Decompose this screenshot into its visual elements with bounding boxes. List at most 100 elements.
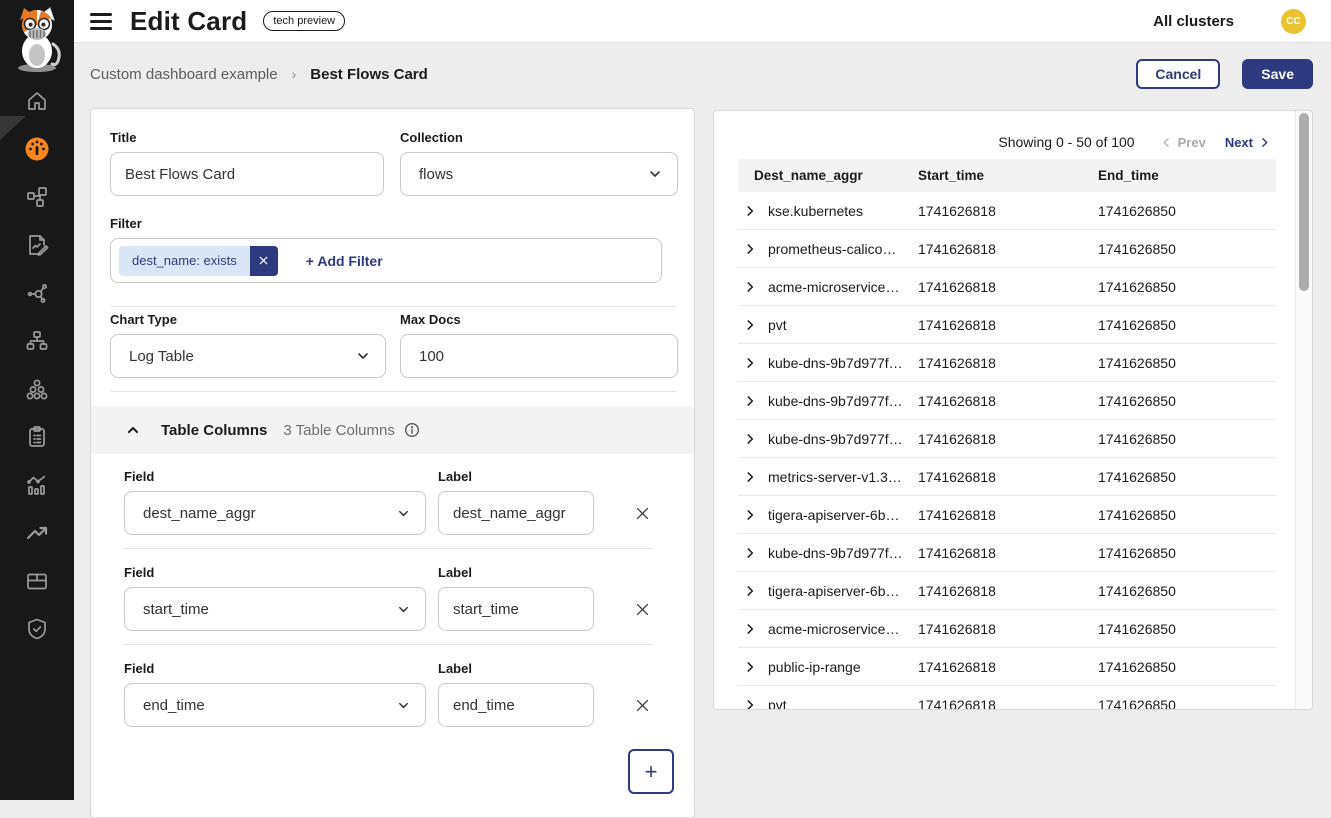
chart-type-select[interactable]: Log Table [110, 334, 386, 378]
table-row[interactable]: prometheus-calico…17416268181741626850 [738, 230, 1276, 268]
dest-name-aggr-value: kube-dns-9b7d977f… [768, 355, 903, 371]
field-label: Field [124, 469, 154, 484]
table-row[interactable]: acme-microservice…17416268181741626850 [738, 268, 1276, 306]
sidebar-item-endpoints[interactable] [0, 365, 74, 413]
column-label-input[interactable]: start_time [438, 587, 594, 631]
expand-row-icon[interactable] [743, 546, 757, 560]
sidebar-item-analytics[interactable] [0, 461, 74, 509]
calico-logo[interactable] [0, 0, 74, 78]
sidebar-item-trends[interactable] [0, 509, 74, 557]
expand-row-icon[interactable] [743, 394, 757, 408]
prev-page-button[interactable]: Prev [1160, 135, 1206, 150]
end-time-value: 1741626850 [1098, 697, 1276, 711]
chevron-down-icon [396, 602, 411, 617]
edit-card-form-panel: Title Best Flows Card Collection flows F… [90, 108, 695, 818]
end-time-value: 1741626850 [1098, 659, 1276, 675]
threat-graph-icon [25, 281, 49, 305]
sidebar-item-reports[interactable] [0, 221, 74, 269]
divider [124, 548, 652, 549]
collection-select[interactable]: flows [400, 152, 678, 196]
breadcrumb-parent[interactable]: Custom dashboard example [90, 66, 278, 83]
table-row[interactable]: acme-microservice…17416268181741626850 [738, 610, 1276, 648]
expand-row-icon[interactable] [743, 318, 757, 332]
expand-row-icon[interactable] [743, 204, 757, 218]
max-docs-input[interactable]: 100 [400, 334, 678, 378]
end-time-value: 1741626850 [1098, 317, 1276, 333]
sidebar-item-service-graph[interactable] [0, 173, 74, 221]
column-label-input[interactable]: dest_name_aggr [438, 491, 594, 535]
table-row[interactable]: pvt17416268181741626850 [738, 306, 1276, 344]
sidebar-item-threat-graph[interactable] [0, 269, 74, 317]
remove-column-button[interactable] [632, 695, 652, 715]
remove-column-button[interactable] [632, 503, 652, 523]
expand-row-icon[interactable] [743, 242, 757, 256]
title-input[interactable]: Best Flows Card [110, 152, 384, 196]
dest-name-aggr-value: kube-dns-9b7d977f… [768, 545, 903, 561]
column-field-select[interactable]: end_time [124, 683, 426, 727]
column-header: Start_time [918, 168, 1098, 183]
column-label-input[interactable]: end_time [438, 683, 594, 727]
sidebar-item-network-topology[interactable] [0, 317, 74, 365]
column-field-select[interactable]: start_time [124, 587, 426, 631]
table-row[interactable]: kse.kubernetes17416268181741626850 [738, 192, 1276, 230]
sidebar-item-dashboards[interactable] [0, 125, 74, 173]
end-time-value: 1741626850 [1098, 393, 1276, 409]
sidebar-item-security[interactable] [0, 605, 74, 653]
start-time-value: 1741626818 [918, 545, 1098, 561]
add-column-button[interactable]: + [628, 749, 674, 794]
expand-row-icon[interactable] [743, 356, 757, 370]
close-icon [634, 505, 651, 522]
sidebar-item-compliance[interactable] [0, 413, 74, 461]
column-header: Dest_name_aggr [738, 168, 918, 183]
table-row[interactable]: tigera-apiserver-6b…17416268181741626850 [738, 496, 1276, 534]
info-icon[interactable] [404, 422, 420, 438]
table-row[interactable]: kube-dns-9b7d977f…17416268181741626850 [738, 534, 1276, 572]
menu-toggle-button[interactable] [90, 11, 114, 31]
expand-row-icon[interactable] [743, 470, 757, 484]
start-time-value: 1741626818 [918, 203, 1098, 219]
preview-scrollbar[interactable] [1295, 111, 1312, 709]
avatar[interactable]: CC [1281, 9, 1306, 34]
chart-type-label: Chart Type [110, 312, 177, 327]
remove-column-button[interactable] [632, 599, 652, 619]
table-row[interactable]: kube-dns-9b7d977f…17416268181741626850 [738, 420, 1276, 458]
filter-input[interactable]: dest_name: exists + Add Filter [110, 238, 662, 283]
collection-label: Collection [400, 130, 463, 145]
table-columns-section-toggle[interactable]: Table Columns 3 Table Columns [91, 406, 694, 454]
expand-row-icon[interactable] [743, 584, 757, 598]
dest-name-aggr-value: acme-microservice… [768, 279, 899, 295]
column-field-select[interactable]: dest_name_aggr [124, 491, 426, 535]
table-row[interactable]: kube-dns-9b7d977f…17416268181741626850 [738, 344, 1276, 382]
preview-panel: Showing 0 - 50 of 100 Prev Next Dest_nam… [713, 110, 1313, 710]
table-row[interactable]: metrics-server-v1.3…17416268181741626850 [738, 458, 1276, 496]
save-button[interactable]: Save [1242, 59, 1313, 89]
expand-row-icon[interactable] [743, 280, 757, 294]
max-docs-value: 100 [419, 348, 444, 365]
dest-name-aggr-value: public-ip-range [768, 659, 861, 675]
start-time-value: 1741626818 [918, 583, 1098, 599]
dest-name-aggr-value: acme-microservice… [768, 621, 899, 637]
remove-filter-button[interactable] [250, 246, 278, 276]
sidebar-item-packages[interactable] [0, 557, 74, 605]
scrollbar-thumb[interactable] [1299, 113, 1309, 291]
expand-row-icon[interactable] [743, 698, 757, 711]
expand-row-icon[interactable] [743, 432, 757, 446]
table-row[interactable]: kube-dns-9b7d977f…17416268181741626850 [738, 382, 1276, 420]
end-time-value: 1741626850 [1098, 355, 1276, 371]
sidebar-item-home[interactable] [0, 77, 74, 125]
expand-row-icon[interactable] [743, 622, 757, 636]
endpoints-icon [25, 377, 49, 401]
expand-row-icon[interactable] [743, 508, 757, 522]
next-page-button[interactable]: Next [1225, 135, 1271, 150]
dashboards-icon [24, 136, 50, 162]
end-time-value: 1741626850 [1098, 583, 1276, 599]
cancel-button[interactable]: Cancel [1136, 59, 1220, 89]
table-row[interactable]: pvt17416268181741626850 [738, 686, 1276, 710]
dest-name-aggr-value: kube-dns-9b7d977f… [768, 393, 903, 409]
dest-name-aggr-value: kse.kubernetes [768, 203, 863, 219]
cluster-selector[interactable]: All clusters [1153, 13, 1234, 30]
add-filter-button[interactable]: + Add Filter [306, 253, 383, 269]
expand-row-icon[interactable] [743, 660, 757, 674]
table-row[interactable]: public-ip-range17416268181741626850 [738, 648, 1276, 686]
table-row[interactable]: tigera-apiserver-6b…17416268181741626850 [738, 572, 1276, 610]
